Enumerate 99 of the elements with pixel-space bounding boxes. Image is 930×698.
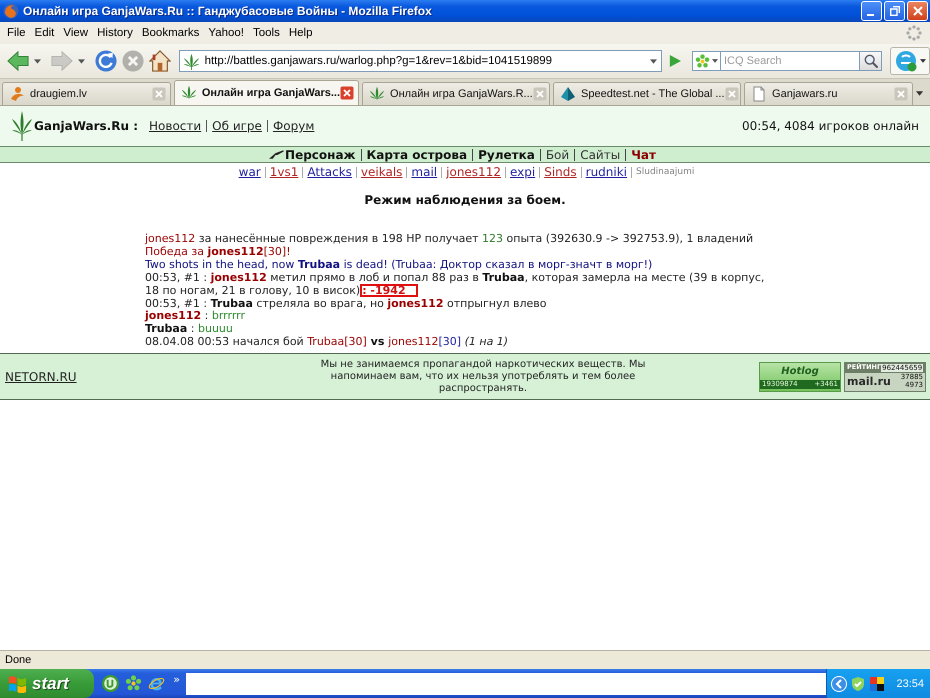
nav-link[interactable]: Карта острова xyxy=(360,148,472,160)
browser-tab[interactable]: Speedtest.net - The Global ... xyxy=(553,82,742,105)
caret-icon[interactable] xyxy=(78,58,85,64)
nav-link[interactable]: Бой xyxy=(540,148,574,160)
online-status: 00:54, 4084 игроков онлайн xyxy=(742,119,919,133)
play-icon xyxy=(669,55,682,67)
caret-icon xyxy=(712,59,718,63)
log-line: Победа за jones112[30]! xyxy=(145,246,292,259)
forum-link[interactable]: war xyxy=(234,167,265,178)
reload-icon xyxy=(94,50,117,72)
clock-text: 23:54 xyxy=(896,678,924,690)
log-line: 00:53, #1 : Trubaa стреляла во врага, но jones112 отпрыгнул влево xyxy=(145,298,548,310)
windows-logo-icon xyxy=(8,674,27,693)
menu-item[interactable]: Edit xyxy=(30,25,58,41)
minimize-icon xyxy=(867,14,874,16)
browser-tab[interactable]: Онлайн игра GanjaWars.R... xyxy=(362,82,550,105)
counter-logo: mail.ru xyxy=(847,374,891,389)
caret-icon[interactable] xyxy=(650,58,658,64)
menu-item[interactable]: View xyxy=(59,25,92,41)
reload-button[interactable] xyxy=(94,49,118,73)
leaf-icon xyxy=(180,85,197,101)
home-button[interactable] xyxy=(148,49,172,73)
leaf-icon xyxy=(369,86,386,102)
messenger-button[interactable] xyxy=(890,47,930,75)
flower-icon[interactable] xyxy=(125,675,142,692)
disclaimer-text: Мы не занимаемся пропагандой наркотических веществ. Мы напоминаем вам, что их нельзя употреблять и тем более распространять. xyxy=(320,358,646,395)
menu-item[interactable]: Bookmarks xyxy=(138,25,204,41)
leaf-icon xyxy=(12,111,32,141)
caret-icon xyxy=(920,59,926,63)
log-line: Two shots in the head, now Trubaa is dead! (Trubaa: Доктор сказал в морг-значт в морг!) xyxy=(145,258,654,272)
flower-icon xyxy=(695,54,710,68)
forum-link[interactable]: jones112 xyxy=(441,167,505,178)
log-line: jones112 за нанесённые повреждения в 198 HP получает 123 опыта (392630.9 -> 392753.9), 1 владений xyxy=(145,233,754,246)
tab-close-icon[interactable] xyxy=(340,86,354,100)
browser-tab[interactable]: Ganjawars.ru xyxy=(744,82,913,105)
menu-item[interactable]: File xyxy=(3,25,30,41)
status-text: Done xyxy=(5,654,32,666)
log-line: Trubaa : buuuu xyxy=(145,323,234,336)
forum-link[interactable]: veikals xyxy=(356,167,406,178)
rifle-icon xyxy=(269,150,284,160)
menu-item[interactable]: Tools xyxy=(249,25,284,41)
log-line: 08.04.08 00:53 начался бой Trubaa[30] vs jones112[30] (1 на 1) xyxy=(145,336,510,350)
nav-link[interactable]: Сайты xyxy=(574,148,626,160)
menu-item[interactable]: Yahoo! xyxy=(204,25,248,41)
chevron-icon[interactable] xyxy=(831,676,848,692)
search-field[interactable]: ICQ Search xyxy=(720,51,860,71)
menu-item[interactable]: Help xyxy=(284,25,317,41)
leaf-icon xyxy=(182,52,200,70)
forum-link[interactable]: mail xyxy=(406,167,442,178)
caret-icon[interactable] xyxy=(916,91,923,96)
u-circle-icon[interactable] xyxy=(102,675,120,692)
spinner-icon xyxy=(906,25,922,41)
browser-logo-icon xyxy=(3,3,19,19)
browser-tab[interactable]: draugiem.lv xyxy=(2,82,171,105)
restore-icon xyxy=(890,6,900,16)
forum-link[interactable]: 1vs1 xyxy=(264,167,302,178)
page-heading: Режим наблюдения за боем. xyxy=(363,193,567,208)
close-icon xyxy=(912,6,922,16)
caret-icon[interactable] xyxy=(34,58,41,64)
search-engine-button[interactable] xyxy=(692,51,720,71)
forum-link[interactable]: rudniki xyxy=(580,167,632,178)
forum-link[interactable]: Sludinaajumi xyxy=(631,167,698,178)
header-link[interactable]: Форум xyxy=(266,120,320,132)
log-line: 00:53, #1 : jones112 метил прямо в лоб и попал 88 раз в Trubaa, которая замерла на месте (39 в корпус, 18 по ногам, 21 в голову, 10 в висок) : -1942 xyxy=(145,272,766,298)
pyramid-icon xyxy=(560,86,576,102)
header-link[interactable]: Новости xyxy=(144,120,206,132)
window-title: Онлайн игра GanjaWars.Ru :: Ганджубасовые Войны - Mozilla Firefox xyxy=(23,4,432,18)
overflow-chevron[interactable]: » xyxy=(173,673,180,686)
browser-tab[interactable]: Онлайн игра GanjaWars... xyxy=(174,80,360,105)
menu-item[interactable]: History xyxy=(93,25,137,41)
nav-link[interactable]: Персонаж xyxy=(285,148,360,160)
shield-check-icon[interactable] xyxy=(850,676,866,692)
address-field[interactable]: http://battles.ganjawars.ru/warlog.php?g=1&rev=1&bid=1041519899 xyxy=(178,50,662,72)
site-logo: GanjaWars.Ru : xyxy=(34,119,138,133)
forum-link[interactable]: Sinds xyxy=(539,167,581,178)
header-link[interactable]: Об игре xyxy=(206,120,267,132)
page-icon xyxy=(751,86,768,102)
nav-link[interactable]: Чат xyxy=(625,148,661,160)
minimize-button[interactable] xyxy=(861,1,882,21)
log-line: jones112 : brrrrrr xyxy=(145,310,246,324)
restore-button[interactable] xyxy=(884,1,905,21)
nav-link[interactable]: Рулетка xyxy=(472,148,540,160)
counter-logo: Hotlog xyxy=(780,364,820,379)
flag-icon[interactable] xyxy=(869,676,886,692)
round-logo-icon xyxy=(894,49,918,73)
right-arrow-icon xyxy=(50,50,73,72)
forum-link[interactable]: expi xyxy=(504,167,540,178)
person-icon xyxy=(9,86,25,102)
footer-link[interactable]: NETORN.RU xyxy=(5,370,215,384)
forum-link[interactable]: Attacks xyxy=(302,167,356,178)
e-logo-icon[interactable] xyxy=(148,675,166,692)
back-button[interactable] xyxy=(6,49,30,73)
search-button[interactable] xyxy=(860,51,882,71)
search-icon xyxy=(864,54,878,68)
start-button[interactable]: start xyxy=(0,669,94,698)
left-arrow-icon xyxy=(6,50,29,72)
home-icon xyxy=(148,50,171,72)
close-button[interactable] xyxy=(907,1,928,21)
stop-icon xyxy=(122,50,144,72)
